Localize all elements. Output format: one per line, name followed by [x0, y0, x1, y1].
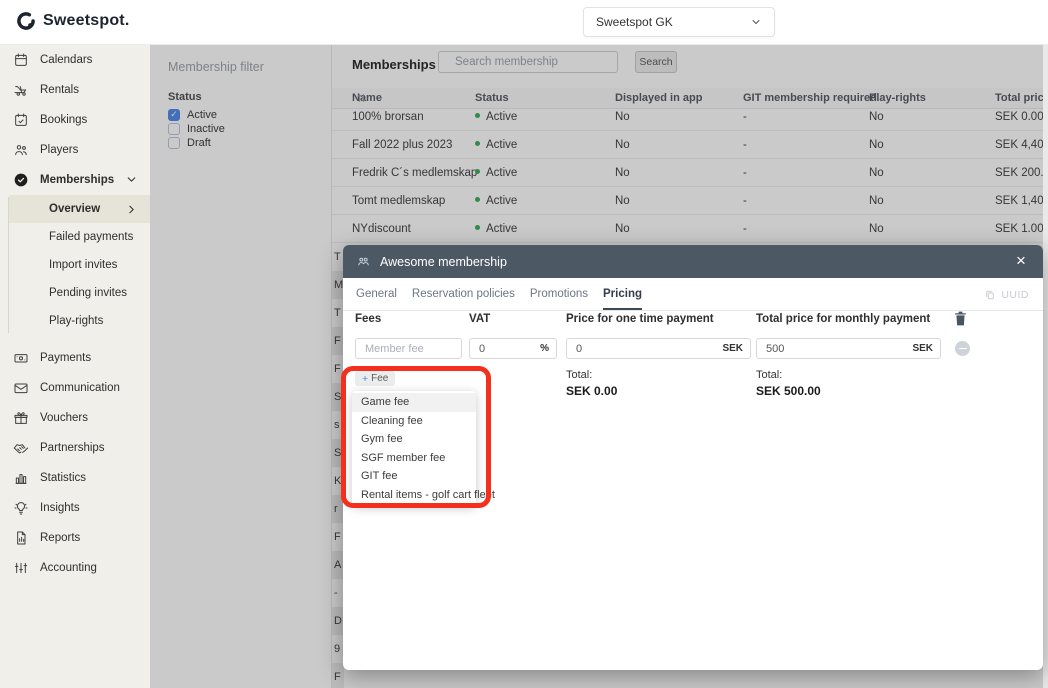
- fee-name-input[interactable]: [355, 338, 462, 359]
- sidebar-item-players[interactable]: Players: [0, 135, 150, 165]
- monthly-total-value: SEK 500.00: [756, 384, 821, 398]
- sidebar-subitem-pending-invites[interactable]: Pending invites: [9, 279, 150, 307]
- sidebar-item-statistics[interactable]: Statistics: [0, 463, 150, 493]
- fee-option[interactable]: Cleaning fee: [352, 412, 476, 431]
- org-selector[interactable]: Sweetspot GK: [583, 7, 775, 37]
- copy-icon: [984, 289, 996, 301]
- sidebar-item-label: Memberships: [40, 174, 114, 186]
- calendar-icon: [12, 52, 29, 69]
- app-window: Sweetspot. Sweetspot GK Calendars Rental…: [0, 0, 1048, 688]
- tab-reservation-policies[interactable]: Reservation policies: [412, 278, 515, 310]
- membership-modal: Awesome membership × General Reservation…: [343, 245, 1043, 670]
- sidebar-item-communication[interactable]: Communication: [0, 373, 150, 403]
- sidebar-item-accounting[interactable]: Accounting: [0, 553, 150, 583]
- sidebar-bottom-group: Payments Communication Vouchers Partners…: [0, 343, 150, 583]
- fee-type-dropdown: Game fee Cleaning fee Gym fee SGF member…: [352, 391, 476, 506]
- uuid-button[interactable]: UUID: [984, 278, 1029, 311]
- fee-option[interactable]: Rental items - golf cart fleet: [352, 486, 476, 505]
- top-bar: Sweetspot. Sweetspot GK: [0, 0, 1048, 45]
- memberships-submenu: Overview Failed payments Import invites …: [0, 195, 150, 335]
- tab-promotions[interactable]: Promotions: [530, 278, 588, 310]
- onetime-price-input[interactable]: SEK: [566, 338, 751, 359]
- modal-tabbar: General Reservation policies Promotions …: [343, 278, 1043, 311]
- fee-option[interactable]: GIT fee: [352, 467, 476, 486]
- close-icon[interactable]: ×: [1009, 249, 1033, 273]
- sidebar-item-partnerships[interactable]: Partnerships: [0, 433, 150, 463]
- sidebar-item-label: Bookings: [40, 114, 87, 126]
- sidebar-subitem-import-invites[interactable]: Import invites: [9, 251, 150, 279]
- golf-cart-icon: [12, 82, 29, 99]
- trash-icon[interactable]: [953, 310, 969, 328]
- bar-chart-icon: [12, 470, 29, 487]
- sidebar-item-rentals[interactable]: Rentals: [0, 75, 150, 105]
- vat-column-header: VAT: [469, 313, 490, 325]
- chevron-down-icon: [750, 16, 762, 28]
- percent-suffix: %: [540, 343, 549, 354]
- onetime-total-label: Total:: [566, 369, 592, 381]
- add-fee-button[interactable]: + Fee: [355, 371, 395, 386]
- modal-title: Awesome membership: [380, 255, 507, 269]
- sidebar-item-calendars[interactable]: Calendars: [0, 45, 150, 75]
- monthly-price-input[interactable]: SEK: [756, 338, 941, 359]
- sidebar-item-insights[interactable]: Insights: [0, 493, 150, 523]
- monthly-column-header: Total price for monthly payment: [756, 313, 930, 325]
- chevron-down-icon: [125, 173, 138, 186]
- fee-option[interactable]: Game fee: [352, 393, 476, 412]
- page-scrollbar[interactable]: [1043, 45, 1048, 688]
- tab-pricing[interactable]: Pricing: [603, 278, 642, 310]
- envelope-icon: [12, 380, 29, 397]
- vat-input[interactable]: %: [469, 338, 557, 359]
- sweetspot-logo: Sweetspot.: [16, 11, 129, 31]
- currency-suffix: SEK: [912, 343, 933, 354]
- monthly-total-label: Total:: [756, 369, 782, 381]
- sweetspot-logo-icon: [16, 11, 36, 31]
- sidebar-item-label: Calendars: [40, 54, 92, 66]
- remove-fee-icon[interactable]: [955, 341, 970, 356]
- fee-option[interactable]: Gym fee: [352, 430, 476, 449]
- report-icon: [12, 530, 29, 547]
- org-selector-value: Sweetspot GK: [596, 15, 673, 29]
- currency-suffix: SEK: [722, 343, 743, 354]
- sidebar-item-label: Rentals: [40, 84, 79, 96]
- banknote-icon: [12, 350, 29, 367]
- sidebar-item-payments[interactable]: Payments: [0, 343, 150, 373]
- gift-icon: [12, 410, 29, 427]
- plus-icon: +: [362, 373, 368, 385]
- players-icon: [12, 142, 29, 159]
- onetime-column-header: Price for one time payment: [566, 313, 714, 325]
- sliders-icon: [12, 560, 29, 577]
- onetime-total-value: SEK 0.00: [566, 384, 617, 398]
- sidebar-subitem-play-rights[interactable]: Play-rights: [9, 307, 150, 335]
- sidebar-item-label: Players: [40, 144, 78, 156]
- sidebar-subitem-failed-payments[interactable]: Failed payments: [9, 223, 150, 251]
- sidebar-item-vouchers[interactable]: Vouchers: [0, 403, 150, 433]
- logo-text: Sweetspot.: [43, 12, 129, 30]
- lightbulb-icon: [12, 500, 29, 517]
- modal-header: Awesome membership ×: [343, 245, 1043, 278]
- membership-badge-icon: [12, 172, 29, 189]
- tab-general[interactable]: General: [356, 278, 397, 310]
- handshake-icon: [12, 440, 29, 457]
- chevron-right-icon: [125, 203, 138, 216]
- sidebar-subitem-overview[interactable]: Overview: [9, 195, 150, 223]
- fees-column-header: Fees: [355, 313, 381, 325]
- booking-calendar-icon: [12, 112, 29, 129]
- sidebar-item-bookings[interactable]: Bookings: [0, 105, 150, 135]
- sidebar: Calendars Rentals Bookings Players Membe…: [0, 45, 150, 688]
- members-group-icon: [356, 254, 371, 269]
- sidebar-item-memberships[interactable]: Memberships: [0, 165, 150, 195]
- sidebar-item-reports[interactable]: Reports: [0, 523, 150, 553]
- fee-option[interactable]: SGF member fee: [352, 449, 476, 468]
